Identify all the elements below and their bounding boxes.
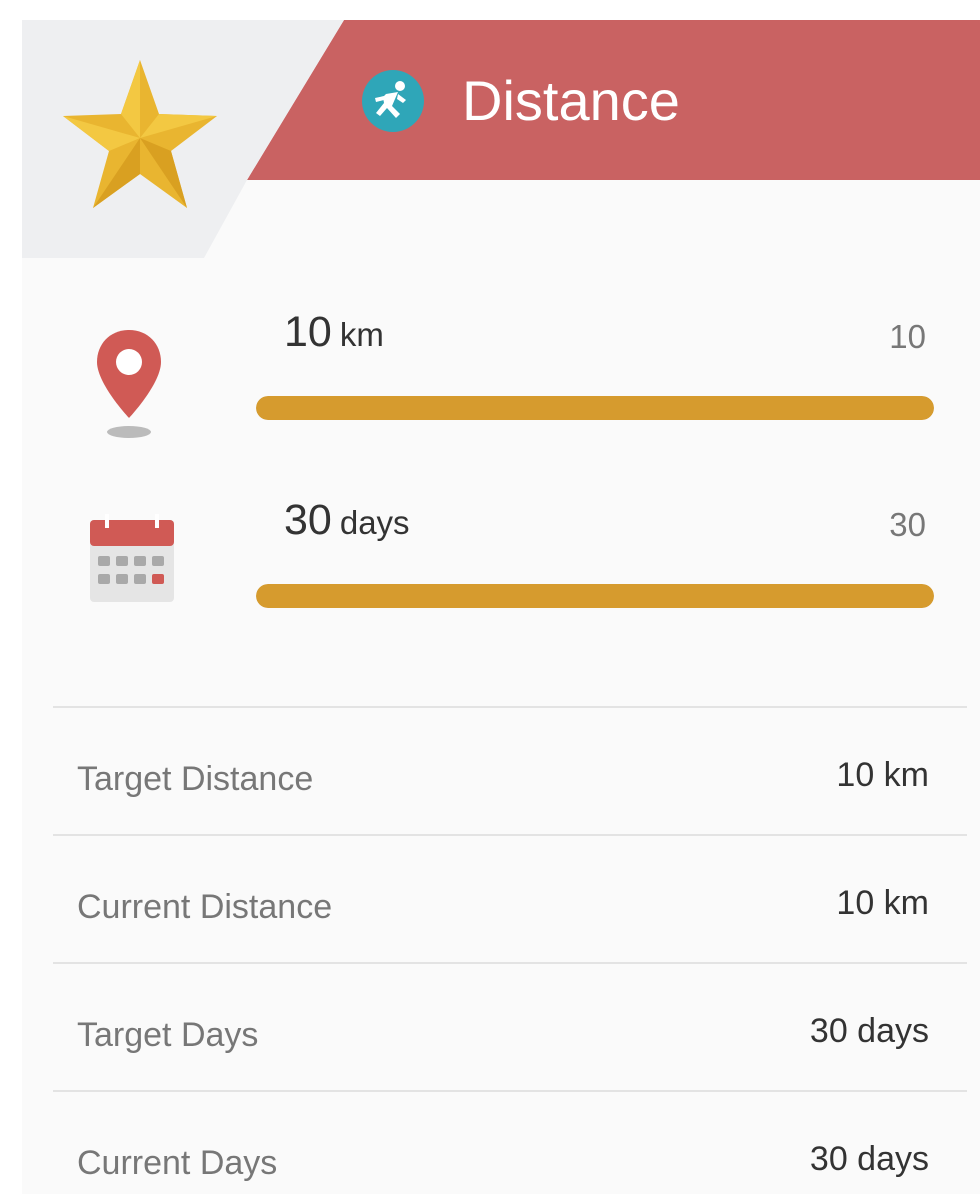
days-amount-value: 30: [284, 496, 332, 544]
stat-row-target-days: Target Days 30 days: [53, 962, 967, 1090]
days-amount: 30 days: [284, 494, 410, 549]
stat-value: 30 days: [809, 1140, 929, 1178]
card-header: Distance: [22, 20, 980, 260]
stat-row-current-distance: Current Distance 10 km: [53, 834, 967, 962]
stat-row-target-distance: Target Distance 10 km: [53, 706, 967, 834]
stat-label: Current Distance: [77, 888, 333, 926]
days-amount-unit: days: [339, 504, 410, 541]
stat-label: Current Days: [77, 1144, 278, 1182]
stat-value: 30 days: [809, 1012, 929, 1050]
days-goal-row: 30 days 30: [22, 494, 980, 644]
days-progress-fill: [256, 584, 934, 608]
map-pin-icon: [94, 328, 164, 440]
stat-value: 10 km: [836, 756, 929, 794]
distance-goal-row: 10 km 10: [22, 306, 980, 456]
stat-row-current-days: Current Days 30 days: [53, 1090, 967, 1194]
distance-progress-fill: [256, 396, 934, 420]
distance-amount-value: 10: [284, 308, 332, 356]
stat-label: Target Distance: [77, 760, 314, 798]
distance-max: 10: [889, 318, 926, 355]
card-title: Distance: [462, 69, 680, 132]
goal-card: Distance 10 km 10 30 days 30 Target Dist…: [22, 20, 980, 1194]
stat-value: 10 km: [836, 884, 929, 922]
star-icon: [60, 58, 220, 213]
stat-label: Target Days: [77, 1016, 259, 1054]
runner-icon: [362, 70, 424, 132]
distance-progress-bar: [256, 396, 934, 420]
calendar-icon: [89, 514, 175, 604]
days-progress-bar: [256, 584, 934, 608]
stats-list: Target Distance 10 km Current Distance 1…: [53, 706, 967, 1194]
days-max: 30: [889, 506, 926, 543]
distance-amount-unit: km: [339, 316, 384, 353]
distance-amount: 10 km: [284, 306, 384, 361]
